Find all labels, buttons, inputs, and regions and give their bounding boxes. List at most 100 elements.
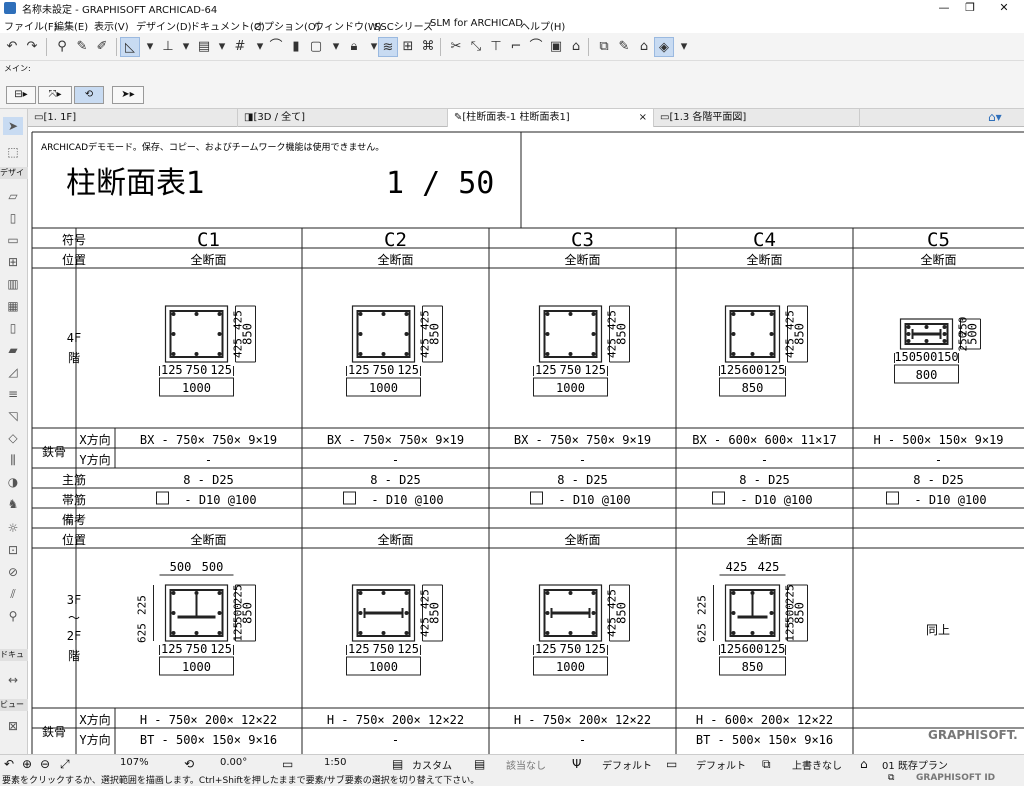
inject-icon[interactable]: ✐	[92, 37, 112, 57]
graphisoft-id-icon[interactable]: ⧉	[888, 773, 894, 783]
view-3d-icon[interactable]: ◈	[654, 37, 674, 57]
tab-3d[interactable]: ◨[3D / 全て]	[238, 109, 448, 127]
group-icon[interactable]: ⧉	[594, 37, 614, 57]
rebar	[769, 591, 774, 595]
menu-file[interactable]: ファイル(F)	[4, 18, 58, 33]
zoom-level[interactable]: 107%	[120, 757, 149, 768]
morph-tool-icon[interactable]: ◑	[3, 473, 23, 491]
zoom-in-icon[interactable]: ⊕	[22, 757, 32, 771]
selection-method-button[interactable]: ⊟▸	[6, 86, 36, 104]
design-section-label[interactable]: デザイ	[0, 167, 28, 179]
position-value: 全断面	[920, 252, 956, 267]
close-button[interactable]: ✕	[984, 0, 1024, 16]
tab-column-schedule[interactable]: ✎[柱断面表-1 柱断面表1] ×	[448, 109, 654, 127]
roof-tool-icon[interactable]: ◿	[3, 363, 23, 381]
curve-icon[interactable]: ⌒	[526, 37, 546, 57]
menu-edit[interactable]: 編集(E)	[54, 18, 88, 33]
window-tool-icon[interactable]: ⊞	[3, 253, 23, 271]
trace-icon[interactable]: ⌒	[266, 37, 286, 57]
layer-combination[interactable]: カスタム	[412, 757, 452, 772]
opening-tool-icon[interactable]: ⊘	[3, 563, 23, 581]
slab-tool-icon[interactable]: ▰	[3, 341, 23, 359]
menu-view[interactable]: 表示(V)	[94, 18, 129, 33]
pointer-button[interactable]: ➤▸	[112, 86, 144, 104]
layers-icon[interactable]: ≋	[378, 37, 398, 57]
arrow-mode-button[interactable]: ⤧▸	[38, 86, 72, 104]
snap-guide-icon[interactable]: ⊥	[158, 37, 178, 57]
find-select-icon[interactable]: ⚲	[52, 37, 72, 57]
dropdown-arrow-icon[interactable]: ▾	[674, 37, 694, 57]
marker-tool-icon[interactable]: ⚲	[3, 607, 23, 625]
object-tool-icon[interactable]: ♞	[3, 495, 23, 513]
curtain-wall-tool-icon[interactable]: ▥	[3, 275, 23, 293]
undo-zoom-icon[interactable]: ↶	[4, 757, 14, 771]
model-view-value[interactable]: 該当なし	[506, 757, 546, 772]
beam-grid-tool-icon[interactable]: ⫽	[3, 585, 23, 603]
tab-floor-plans[interactable]: ▭[1.3 各階平面図]	[654, 109, 860, 127]
pick-up-icon[interactable]: ✎	[72, 37, 92, 57]
fit-window-icon[interactable]: ⤢	[60, 757, 70, 772]
view-section-label[interactable]: ビュー	[0, 699, 28, 711]
rotate-icon[interactable]: ⟲	[184, 757, 194, 771]
beam-tool-icon[interactable]: ▭	[3, 231, 23, 249]
dropdown-arrow-icon[interactable]: ▾	[140, 37, 160, 57]
menu-options[interactable]: オプション(O)	[254, 18, 320, 33]
guide-lines-icon[interactable]: ◺	[120, 37, 140, 57]
stair-tool-icon[interactable]: ≡	[3, 385, 23, 403]
dropdown-arrow-icon[interactable]: ▾	[326, 37, 346, 57]
undo-icon[interactable]: ↶	[2, 37, 22, 57]
dropdown-arrow-icon[interactable]: ▾	[212, 37, 232, 57]
menu-help[interactable]: ヘルプ(H)	[520, 18, 565, 33]
tab-1f[interactable]: ▭[1. 1F]	[28, 109, 238, 127]
rebar	[750, 631, 755, 635]
grid-icon[interactable]: #	[230, 37, 250, 57]
intersect-icon[interactable]: ⊤	[486, 37, 506, 57]
rotate-mode-button[interactable]: ⟲	[74, 86, 104, 104]
tab-overflow-icon[interactable]: ⌂▾	[988, 110, 1002, 124]
lock-icon[interactable]: 🔒︎	[344, 37, 364, 57]
graphic-override[interactable]: 上書きなし	[792, 757, 842, 772]
tab-close-button[interactable]: ×	[639, 109, 647, 127]
redo-icon[interactable]: ↷	[22, 37, 42, 57]
pen-set[interactable]: デフォルト	[602, 757, 652, 772]
scale-value[interactable]: 1:50	[324, 757, 346, 768]
mesh-tool-icon[interactable]: ◇	[3, 429, 23, 447]
dimension-standard[interactable]: デフォルト	[696, 757, 746, 772]
menu-ssc[interactable]: SSCシリーズ	[374, 18, 433, 33]
renovation-filter[interactable]: 01 既存プラン	[882, 757, 948, 772]
menu-window[interactable]: ウィンドウ(W)	[314, 18, 382, 33]
zoom-out-icon[interactable]: ⊖	[40, 757, 50, 771]
menu-slm[interactable]: SLM for ARCHICAD	[430, 18, 523, 29]
grid-snap-icon[interactable]: ▤	[194, 37, 214, 57]
wall-tool-icon[interactable]: ▱	[3, 187, 23, 205]
home-icon[interactable]: ⌂	[634, 37, 654, 57]
grid-tool-icon[interactable]: ▦	[3, 297, 23, 315]
lamp-tool-icon[interactable]: ☼	[3, 519, 23, 537]
graphisoft-id[interactable]: GRAPHISOFT ID	[916, 773, 995, 783]
layout-icon[interactable]: ▢	[306, 37, 326, 57]
door-tool-icon[interactable]: ▯	[3, 319, 23, 337]
edit-icon[interactable]: ✎	[614, 37, 634, 57]
document-section-label[interactable]: ドキュ	[0, 649, 28, 661]
arrow-tool-icon[interactable]: ➤	[3, 117, 23, 135]
view-angle[interactable]: 0.00°	[220, 757, 247, 768]
marquee-icon[interactable]: ▮	[286, 37, 306, 57]
dimension-tool-icon[interactable]: ↔	[3, 671, 23, 689]
adjust-icon[interactable]: ⤡	[466, 37, 486, 57]
column-tool-icon[interactable]: ▯	[3, 209, 23, 227]
menu-design[interactable]: デザイン(D)	[136, 18, 192, 33]
fillet-icon[interactable]: ⌐	[506, 37, 526, 57]
workspace-icon[interactable]: ⊞	[398, 37, 418, 57]
zone-tool-icon[interactable]: ⊡	[3, 541, 23, 559]
dropdown-arrow-icon[interactable]: ▾	[176, 37, 196, 57]
xdir-label: X方向	[79, 432, 110, 447]
railing-tool-icon[interactable]: ⫼	[3, 451, 23, 469]
drawing-canvas[interactable]: ARCHICADデモモード。保存、コピー、およびチームワーク機能は使用できません…	[28, 128, 1024, 754]
offset-icon[interactable]: ▣	[546, 37, 566, 57]
roof-icon[interactable]: ⌂	[566, 37, 586, 57]
section-tool-icon[interactable]: ⊠	[3, 717, 23, 735]
cross-icon[interactable]: ⌘	[418, 37, 438, 57]
shell-tool-icon[interactable]: ◹	[3, 407, 23, 425]
marquee-tool-icon[interactable]: ⬚	[3, 143, 23, 161]
split-icon[interactable]: ✂	[446, 37, 466, 57]
